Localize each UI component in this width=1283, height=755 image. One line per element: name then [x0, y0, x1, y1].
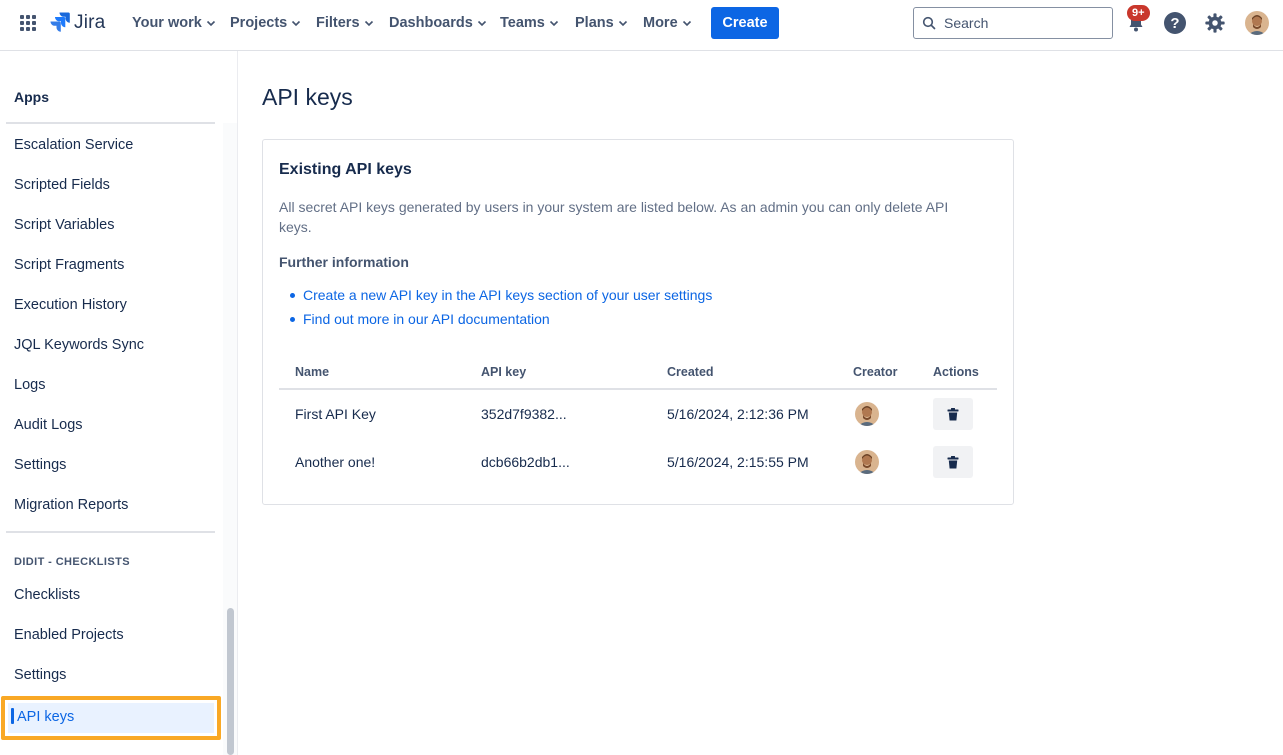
create-button[interactable]: Create	[711, 7, 779, 39]
nav-more[interactable]: More	[643, 13, 692, 33]
sidebar-item-checklist-settings[interactable]: Settings	[14, 667, 66, 683]
active-indicator	[11, 708, 14, 724]
card-title: Existing API keys	[279, 161, 412, 178]
sidebar-item-checklists[interactable]: Checklists	[14, 587, 80, 603]
key-value: 352d7f9382...	[481, 406, 567, 422]
trash-icon	[947, 455, 959, 468]
sidebar-divider	[6, 122, 215, 124]
avatar[interactable]	[1245, 11, 1269, 35]
gear-icon[interactable]	[1204, 12, 1226, 34]
sidebar-item-script-variables[interactable]: Script Variables	[14, 217, 114, 233]
sidebar: Apps Escalation Service Scripted Fields …	[0, 51, 238, 755]
sidebar-item-scripted-fields[interactable]: Scripted Fields	[14, 177, 110, 193]
sidebar-item-migration-reports[interactable]: Migration Reports	[14, 497, 128, 513]
api-keys-card: Existing API keys All secret API keys ge…	[262, 139, 1014, 505]
card-description: All secret API keys generated by users i…	[279, 199, 949, 235]
chevron-down-icon	[618, 20, 627, 27]
trash-icon	[947, 407, 959, 420]
jira-logo[interactable]: Jira	[50, 11, 105, 35]
sidebar-item-execution-history[interactable]: Execution History	[14, 297, 127, 313]
app-grid-icon[interactable]	[19, 14, 37, 32]
column-header-created: Created	[667, 365, 714, 379]
search-box[interactable]	[913, 7, 1113, 39]
avatar	[855, 450, 879, 474]
help-icon[interactable]: ?	[1164, 12, 1186, 34]
sidebar-item-logs[interactable]: Logs	[14, 377, 45, 393]
sidebar-item-audit-logs[interactable]: Audit Logs	[14, 417, 83, 433]
create-api-key-link[interactable]: Create a new API key in the API keys sec…	[303, 287, 712, 303]
delete-key-button[interactable]	[933, 446, 973, 478]
sidebar-item-escalation-service[interactable]: Escalation Service	[14, 137, 133, 153]
list-item: Create a new API key in the API keys sec…	[289, 285, 712, 309]
nav-label: Your work	[132, 15, 202, 31]
chevron-down-icon	[364, 20, 373, 27]
nav-your-work[interactable]: Your work	[132, 13, 216, 33]
nav-filters[interactable]: Filters	[316, 13, 374, 33]
key-created: 5/16/2024, 2:15:55 PM	[667, 454, 809, 470]
jira-logo-icon	[50, 12, 70, 32]
sidebar-item-enabled-projects[interactable]: Enabled Projects	[14, 627, 124, 643]
key-created: 5/16/2024, 2:12:36 PM	[667, 406, 809, 422]
delete-key-button[interactable]	[933, 398, 973, 430]
key-value: dcb66b2db1...	[481, 454, 570, 470]
nav-label: Dashboards	[389, 15, 473, 31]
column-header-name: Name	[295, 365, 330, 379]
chevron-down-icon	[682, 20, 691, 27]
sidebar-item-api-keys[interactable]: API keys	[1, 696, 221, 740]
sidebar-item-label: API keys	[17, 709, 75, 725]
column-header-creator: Creator	[853, 365, 898, 379]
sidebar-item-jql-keywords-sync[interactable]: JQL Keywords Sync	[14, 337, 144, 353]
table-row: First API Key 352d7f9382... 5/16/2024, 2…	[279, 390, 997, 438]
top-navigation: Jira Your work Projects Filters Dashboar…	[0, 0, 1283, 51]
notification-badge: 9+	[1127, 5, 1150, 21]
logo-text: Jira	[74, 12, 106, 33]
info-link-list: Create a new API key in the API keys sec…	[289, 285, 712, 333]
nav-label: Projects	[230, 15, 288, 31]
chevron-down-icon	[292, 20, 301, 27]
nav-projects[interactable]: Projects	[230, 13, 301, 33]
key-name: Another one!	[295, 454, 376, 470]
nav-label: Teams	[500, 15, 545, 31]
table-row: Another one! dcb66b2db1... 5/16/2024, 2:…	[279, 438, 997, 486]
table-header: Name API key Created Creator Actions	[279, 356, 997, 390]
nav-teams[interactable]: Teams	[500, 13, 559, 33]
key-name: First API Key	[295, 406, 376, 422]
nav-label: Filters	[316, 15, 360, 31]
chevron-down-icon	[549, 20, 558, 27]
search-input[interactable]	[944, 15, 1104, 31]
search-icon	[922, 16, 936, 30]
chevron-down-icon	[477, 20, 486, 27]
sidebar-item-settings[interactable]: Settings	[14, 457, 66, 473]
list-item: Find out more in our API documentation	[289, 309, 712, 333]
api-documentation-link[interactable]: Find out more in our API documentation	[303, 311, 550, 327]
nav-plans[interactable]: Plans	[575, 13, 628, 33]
nav-dashboards[interactable]: Dashboards	[389, 13, 487, 33]
sidebar-divider	[6, 531, 215, 533]
sidebar-item-script-fragments[interactable]: Script Fragments	[14, 257, 124, 273]
active-item-background: API keys	[8, 703, 214, 733]
sidebar-scrollbar-thumb[interactable]	[227, 608, 234, 755]
api-keys-table: Name API key Created Creator Actions Fir…	[279, 356, 997, 486]
sidebar-heading: Apps	[14, 89, 49, 105]
column-header-actions: Actions	[933, 365, 979, 379]
further-information-heading: Further information	[279, 254, 409, 270]
avatar	[855, 402, 879, 426]
column-header-api-key: API key	[481, 365, 527, 379]
nav-label: More	[643, 15, 678, 31]
sidebar-section-title: DIDIT - CHECKLISTS	[14, 556, 130, 568]
chevron-down-icon	[206, 20, 215, 27]
nav-label: Plans	[575, 15, 614, 31]
page-title: API keys	[262, 84, 353, 110]
